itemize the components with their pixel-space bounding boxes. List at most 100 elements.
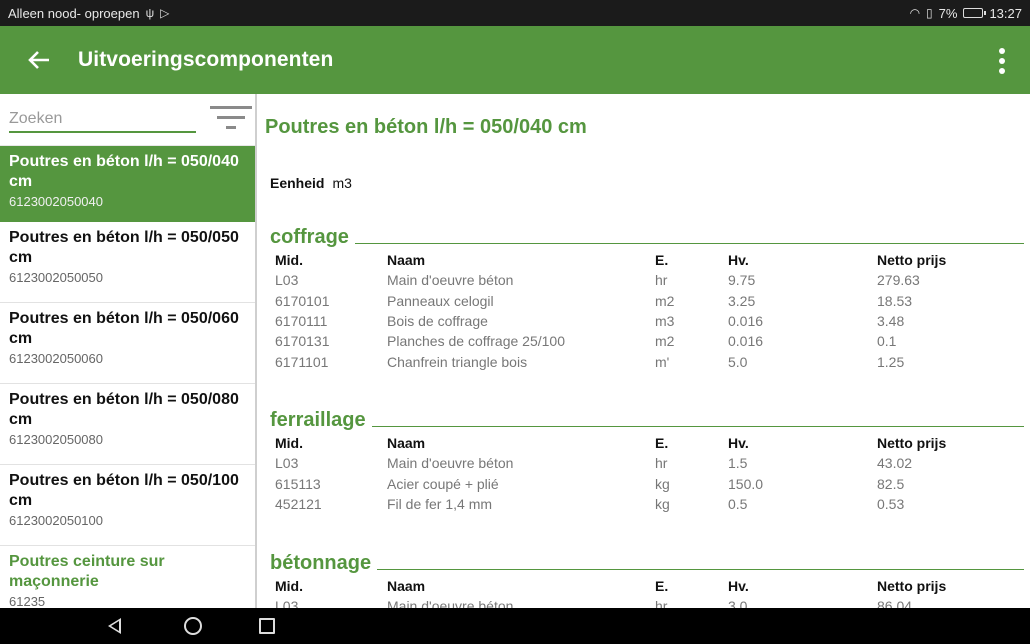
- component-table: Mid. Naam E. Hv. Netto prijs L03 Main d'o…: [275, 433, 1017, 514]
- column-header: E.: [655, 435, 669, 451]
- cell: 86.04: [877, 598, 913, 608]
- column-header: Mid.: [275, 435, 303, 451]
- section-coffrage: coffrage Mid. Naam E. Hv. Netto prijs L0…: [270, 224, 1024, 372]
- system-nav-bar: [0, 608, 1030, 644]
- cell: m2: [655, 333, 675, 350]
- section-title: ferraillage: [270, 409, 366, 431]
- column-header: E.: [655, 252, 669, 268]
- cell: 3.25: [728, 292, 756, 309]
- search-input[interactable]: [9, 106, 196, 133]
- cell: L03: [275, 598, 299, 608]
- list-item[interactable]: Poutres en béton l/h = 050/060 cm 612300…: [0, 303, 255, 384]
- cell: Bois de coffrage: [387, 312, 488, 329]
- section-title: bétonnage: [270, 552, 372, 574]
- detail-title: Poutres en béton l/h = 050/040 cm: [265, 116, 587, 138]
- table-row: 6170101 Panneaux celogil m2 3.25 18.53: [275, 290, 1017, 310]
- column-header: E.: [655, 578, 669, 594]
- column-header: Mid.: [275, 252, 303, 268]
- nav-home-icon[interactable]: [184, 617, 202, 635]
- sim-icon: ▯: [926, 6, 933, 20]
- column-header: Naam: [387, 435, 426, 451]
- component-table: Mid. Naam E. Hv. Netto prijs L03 Main d'o…: [275, 576, 1017, 608]
- cell: 279.63: [877, 272, 920, 289]
- table-row: 6170111 Bois de coffrage m3 0.016 3.48: [275, 311, 1017, 331]
- carrier-text: Alleen nood- oproepen: [8, 5, 140, 21]
- cell: 0.1: [877, 333, 897, 350]
- unit-row: Eenheid m3: [270, 175, 352, 191]
- cell: 1.25: [877, 353, 905, 370]
- cell: 9.75: [728, 272, 756, 289]
- column-header: Hv.: [728, 578, 749, 594]
- app-bar: Uitvoeringscomponenten: [0, 26, 1030, 94]
- section-title: coffrage: [270, 226, 349, 248]
- list-item-code: 6123002050100: [9, 513, 103, 528]
- list-item-title: Poutres en béton l/h = 050/040 cm: [9, 153, 239, 190]
- unit-label: Eenheid: [270, 175, 325, 191]
- overflow-menu-icon[interactable]: [990, 46, 1014, 76]
- cell: 452121: [275, 495, 322, 512]
- list-item[interactable]: Poutres ceinture sur maçonnerie 61235: [0, 546, 255, 608]
- status-bar: Alleen nood- oproepen ψ ▷ ◠ ▯ 7% 13:27: [0, 0, 1030, 26]
- nav-recents-icon[interactable]: [259, 618, 275, 634]
- cell: 3.48: [877, 312, 905, 329]
- column-header: Hv.: [728, 435, 749, 451]
- column-header: Netto prijs: [877, 252, 947, 268]
- section-betonnage: bétonnage Mid. Naam E. Hv. Netto prijs L…: [270, 550, 1024, 608]
- cell: kg: [655, 495, 670, 512]
- cell: hr: [655, 598, 668, 608]
- column-header: Mid.: [275, 578, 303, 594]
- cell: 0.53: [877, 495, 905, 512]
- cell: 0.5: [728, 495, 748, 512]
- column-header: Naam: [387, 252, 426, 268]
- list-item-code: 6123002050060: [9, 351, 103, 366]
- component-list: Poutres en béton l/h = 050/040 cm 612300…: [0, 94, 257, 608]
- cell: m2: [655, 292, 675, 309]
- cell: Main d'oeuvre béton: [387, 598, 514, 608]
- section-ferraillage: ferraillage Mid. Naam E. Hv. Netto prijs…: [270, 407, 1024, 514]
- cell: 18.53: [877, 292, 913, 309]
- cell: Planches de coffrage 25/100: [387, 333, 565, 350]
- cell: 6170101: [275, 292, 330, 309]
- battery-icon: [963, 8, 987, 18]
- list-item-title: Poutres ceinture sur maçonnerie: [9, 553, 165, 590]
- cell: 6171101: [275, 353, 329, 370]
- cell: Chanfrein triangle bois: [387, 353, 528, 370]
- cell: Acier coupé + plié: [387, 475, 499, 492]
- nav-back-icon[interactable]: [108, 618, 121, 634]
- list-item-title: Poutres en béton l/h = 050/050 cm: [9, 229, 239, 266]
- table-row: 6171101 Chanfrein triangle bois m' 5.0 1.25: [275, 352, 1017, 372]
- table-row: L03 Main d'oeuvre béton hr 3.0 86.04: [275, 596, 1017, 608]
- back-arrow-icon[interactable]: [0, 26, 78, 94]
- list-item[interactable]: Poutres en béton l/h = 050/040 cm 612300…: [0, 146, 255, 222]
- list-item[interactable]: Poutres en béton l/h = 050/100 cm 612300…: [0, 465, 255, 546]
- detail-panel: Poutres en béton l/h = 050/040 cm Eenhei…: [259, 94, 1030, 608]
- cell: 43.02: [877, 455, 913, 472]
- cell: hr: [655, 272, 668, 289]
- filter-icon[interactable]: [210, 106, 252, 134]
- cell: 150.0: [728, 475, 764, 492]
- usb-icon: ψ: [145, 6, 155, 20]
- table-row: 615113 Acier coupé + plié kg 150.0 82.5: [275, 473, 1017, 493]
- list-item-code: 6123002050050: [9, 270, 103, 285]
- cell: 615113: [275, 475, 321, 492]
- page-title: Uitvoeringscomponenten: [78, 48, 334, 71]
- list-item-code: 6123002050040: [9, 194, 103, 209]
- column-header: Hv.: [728, 252, 749, 268]
- search-bar: [0, 94, 255, 146]
- cell: Main d'oeuvre béton: [387, 455, 514, 472]
- list-item-code: 61235: [9, 594, 46, 608]
- section-divider: [354, 243, 1024, 244]
- cell: Main d'oeuvre béton: [387, 272, 514, 289]
- cell: L03: [275, 455, 299, 472]
- cell: 82.5: [877, 475, 905, 492]
- cell: 6170111: [275, 312, 328, 329]
- list-item[interactable]: Poutres en béton l/h = 050/050 cm 612300…: [0, 222, 255, 303]
- cell: hr: [655, 455, 668, 472]
- column-header: Netto prijs: [877, 435, 947, 451]
- cell: 0.016: [728, 312, 764, 329]
- battery-percent: 7%: [938, 5, 958, 21]
- list-item[interactable]: Poutres en béton l/h = 050/080 cm 612300…: [0, 384, 255, 465]
- list-item-title: Poutres en béton l/h = 050/100 cm: [9, 472, 239, 509]
- cell: 6170131: [275, 333, 330, 350]
- cell: m': [655, 353, 670, 370]
